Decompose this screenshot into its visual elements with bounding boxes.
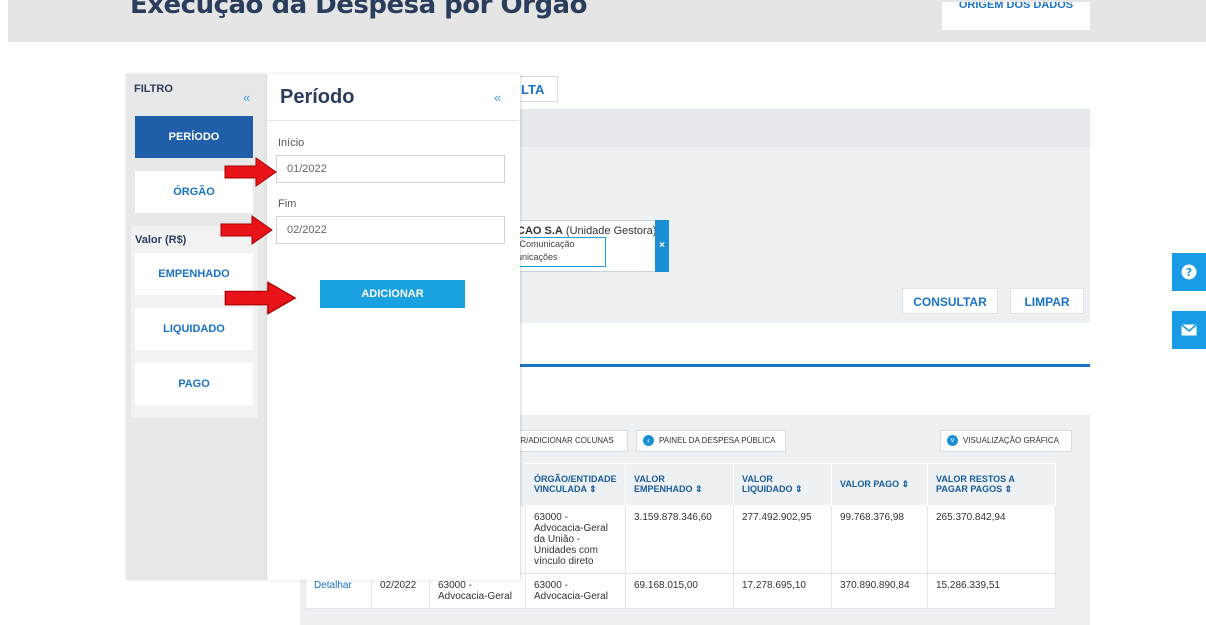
collapse-periodo-icon[interactable]: « <box>494 90 501 105</box>
cell-restos: 15.286.339,51 <box>927 573 1056 609</box>
inicio-label: Início <box>278 137 305 149</box>
painel-button[interactable]: ‹ PAINEL DA DESPESA PÚBLICA <box>636 430 786 452</box>
cell-empenhado: 3.159.878.346,60 <box>625 505 734 574</box>
red-arrow-icon <box>220 215 273 245</box>
adicionar-button[interactable]: ADICIONAR <box>320 280 465 308</box>
collapse-filter-icon[interactable]: « <box>243 90 250 105</box>
cell-pago: 99.768.376,98 <box>831 505 928 574</box>
header-empenhado[interactable]: VALOR EMPENHADO ⇕ <box>625 463 734 506</box>
header-pago[interactable]: VALOR PAGO ⇕ <box>831 463 928 506</box>
grafica-button[interactable]: ˅ VISUALIZAÇÃO GRÁFICA <box>940 430 1072 452</box>
columns-button[interactable]: ER/ADICIONAR COLUNAS <box>508 430 628 452</box>
cell-orgao: 63000 - Advocacia-Geral da União - Unida… <box>525 505 626 574</box>
svg-text:?: ? <box>1186 266 1192 279</box>
help-button[interactable]: ? <box>1172 253 1206 291</box>
header-liquidado[interactable]: VALOR LIQUIDADO ⇕ <box>733 463 832 506</box>
cell-empenhado: 69.168.015,00 <box>625 573 734 609</box>
fim-label: Fim <box>278 198 297 210</box>
page-title: Execução da Despesa por Órgão <box>130 0 587 20</box>
remove-filter-button[interactable]: × <box>655 220 669 272</box>
filter-label: FILTRO <box>134 83 173 95</box>
filter-chip-line1: e Comunicação <box>512 239 575 249</box>
cell-liquidado: 17.278.695,10 <box>733 573 832 609</box>
filter-pago-button[interactable]: PAGO <box>135 363 253 405</box>
chevron-left-icon: ‹ <box>643 435 654 447</box>
periodo-title: Período <box>280 86 355 108</box>
origin-data-button[interactable]: ORIGEM DOS DADOS <box>942 2 1090 30</box>
cell-orgao: 63000 - Advocacia-Geral <box>525 573 626 609</box>
envelope-icon <box>1181 324 1197 336</box>
red-arrow-icon <box>224 157 277 187</box>
limpar-button[interactable]: LIMPAR <box>1010 288 1084 314</box>
header-restos[interactable]: VALOR RESTOS A PAGAR PAGOS ⇕ <box>927 463 1056 506</box>
red-arrow-icon <box>224 281 297 315</box>
periodo-divider <box>266 120 519 121</box>
valor-label: Valor (R$) <box>135 234 187 246</box>
cell-restos: 265.370.842,94 <box>927 505 1056 574</box>
filter-chip-title: CAO S.A (Unidade Gestora) <box>517 225 657 237</box>
contact-button[interactable] <box>1172 311 1206 349</box>
inicio-input[interactable]: 01/2022 <box>276 155 505 183</box>
chevron-down-icon: ˅ <box>947 435 958 447</box>
consultar-button[interactable]: CONSULTAR <box>902 288 998 314</box>
fim-input[interactable]: 02/2022 <box>276 216 505 244</box>
cell-liquidado: 277.492.902,95 <box>733 505 832 574</box>
cell-pago: 370.890.890,84 <box>831 573 928 609</box>
tab-consulta[interactable]: LTA <box>516 76 558 102</box>
periodo-panel <box>266 74 520 580</box>
header-orgao[interactable]: ÓRGÃO/ENTIDADE VINCULADA ⇕ <box>525 463 626 506</box>
question-icon: ? <box>1181 264 1197 280</box>
filter-periodo-button[interactable]: PERÍODO <box>135 116 253 158</box>
